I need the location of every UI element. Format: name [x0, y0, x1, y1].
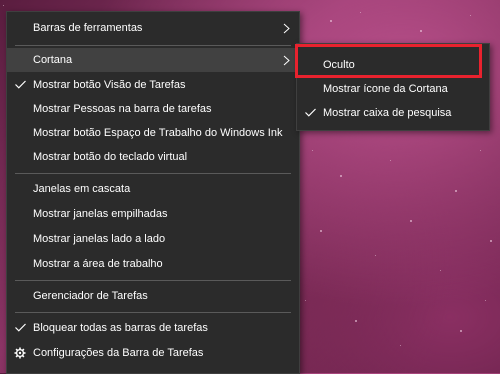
menu-item-show-desktop[interactable]: Mostrar a área de trabalho: [7, 252, 299, 276]
menu-item-cascade[interactable]: Janelas em cascata: [7, 177, 299, 201]
menu-item-label: Mostrar caixa de pesquisa: [323, 107, 452, 119]
menu-item-label: Mostrar a área de trabalho: [33, 258, 163, 270]
menu-item-touch-keyboard[interactable]: Mostrar botão do teclado virtual: [7, 145, 299, 169]
menu-item-stacked[interactable]: Mostrar janelas empilhadas: [7, 202, 299, 226]
menu-item-label: Mostrar botão Espaço de Trabalho do Wind…: [33, 127, 283, 139]
menu-item-ink-workspace[interactable]: Mostrar botão Espaço de Trabalho do Wind…: [7, 121, 299, 145]
menu-item-label: Bloquear todas as barras de tarefas: [33, 322, 208, 334]
menu-item-label: Mostrar botão Visão de Tarefas: [33, 79, 186, 91]
submenu-item-show-icon[interactable]: Mostrar ícone da Cortana: [297, 77, 489, 101]
taskbar-context-menu: Barras de ferramentas Cortana Mostrar bo…: [6, 11, 300, 374]
menu-item-label: Gerenciador de Tarefas: [33, 290, 148, 302]
chevron-right-icon: [283, 48, 291, 72]
menu-separator: [15, 173, 291, 174]
chevron-right-icon: [283, 16, 291, 40]
menu-item-lock-taskbars[interactable]: Bloquear todas as barras de tarefas: [7, 316, 299, 340]
menu-item-label: Mostrar ícone da Cortana: [323, 83, 448, 95]
menu-item-label: Mostrar janelas empilhadas: [33, 208, 168, 220]
submenu-item-show-search-box[interactable]: Mostrar caixa de pesquisa: [297, 101, 489, 125]
menu-item-people[interactable]: Mostrar Pessoas na barra de tarefas: [7, 97, 299, 121]
menu-separator: [15, 280, 291, 281]
checkmark-icon: [305, 101, 317, 125]
checkmark-icon: [15, 73, 27, 97]
menu-item-task-manager[interactable]: Gerenciador de Tarefas: [7, 284, 299, 308]
menu-item-task-view[interactable]: Mostrar botão Visão de Tarefas: [7, 73, 299, 97]
checkmark-icon: [15, 316, 27, 340]
menu-separator: [15, 312, 291, 313]
menu-separator: [15, 45, 291, 46]
menu-item-label: Mostrar Pessoas na barra de tarefas: [33, 103, 212, 115]
menu-item-cortana[interactable]: Cortana: [7, 48, 299, 72]
menu-item-label: Barras de ferramentas: [33, 22, 143, 34]
menu-item-label: Janelas em cascata: [33, 183, 131, 195]
menu-item-label: Mostrar botão do teclado virtual: [33, 151, 188, 163]
gear-icon: [14, 341, 26, 365]
menu-item-label: Cortana: [33, 54, 73, 66]
menu-item-label: Mostrar janelas lado a lado: [33, 233, 166, 245]
menu-item-toolbars[interactable]: Barras de ferramentas: [7, 16, 299, 40]
highlight-box: [295, 44, 482, 78]
menu-item-side-by-side[interactable]: Mostrar janelas lado a lado: [7, 227, 299, 251]
menu-item-taskbar-settings[interactable]: Configurações da Barra de Tarefas: [7, 341, 299, 365]
menu-item-label: Configurações da Barra de Tarefas: [33, 347, 204, 359]
